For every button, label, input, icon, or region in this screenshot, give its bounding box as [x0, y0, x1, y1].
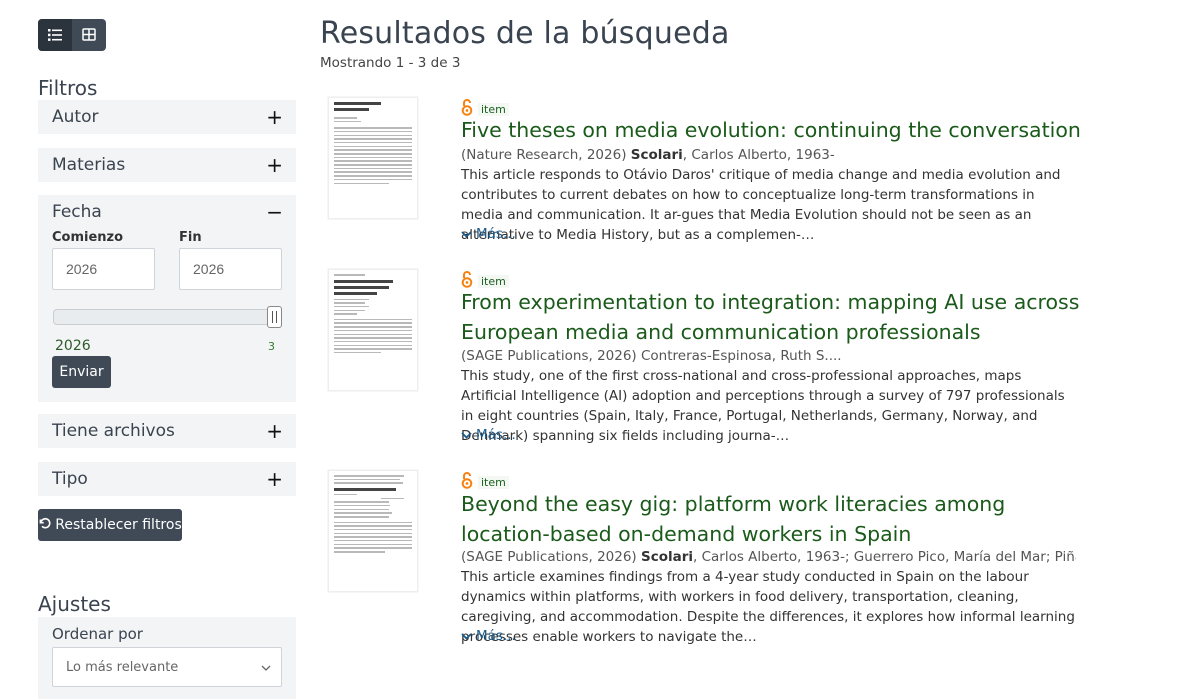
facet-tipo: Tipo + — [38, 462, 296, 496]
plus-icon: + — [266, 419, 283, 443]
range-count: 3 — [268, 340, 275, 353]
plus-icon: + — [266, 467, 283, 491]
facet-label: Tipo — [52, 469, 88, 489]
grid-view-button[interactable] — [72, 19, 106, 51]
facet-label: Autor — [52, 107, 99, 127]
result-title-link[interactable]: Five theses on media evolution: continui… — [461, 115, 1081, 145]
more-label: Más... — [476, 226, 516, 242]
result-item: item From experimentation to integration… — [320, 269, 1080, 449]
result-title-link[interactable]: Beyond the easy gig: platform work liter… — [461, 489, 1081, 549]
chevron-down-icon — [461, 427, 472, 443]
minus-icon: − — [266, 200, 283, 224]
facet-tiene-archivos: Tiene archivos + — [38, 414, 296, 448]
view-toggle — [38, 19, 106, 51]
facet-autor-toggle[interactable]: Autor + — [38, 100, 296, 134]
plus-icon: + — [266, 153, 283, 177]
result-abstract: This article examines findings from a 4-… — [461, 569, 1075, 645]
facet-materias: Materias + — [38, 148, 296, 182]
more-link[interactable]: Más... — [461, 427, 516, 443]
undo-icon — [38, 517, 51, 534]
result-meta: (SAGE Publications, 2026) Contreras-Espi… — [461, 348, 842, 364]
end-label: Fin — [179, 230, 202, 245]
sort-label: Ordenar por — [52, 625, 143, 643]
filters-title: Filtros — [38, 76, 98, 100]
facet-label: Fecha — [52, 202, 102, 222]
start-label: Comienzo — [52, 230, 124, 245]
result-title-link[interactable]: From experimentation to integration: map… — [461, 287, 1081, 347]
reset-label: Restablecer filtros — [55, 517, 182, 533]
date-slider-handle[interactable] — [267, 306, 282, 328]
more-label: Más... — [476, 628, 516, 644]
result-abstract: This study, one of the first cross-natio… — [461, 368, 1065, 444]
result-item: item Beyond the easy gig: platform work … — [320, 470, 1080, 650]
submit-button[interactable]: Enviar — [52, 356, 111, 388]
thumbnail-image[interactable] — [328, 470, 418, 592]
sort-value: Lo más relevante — [66, 659, 179, 675]
more-link[interactable]: Más... — [461, 628, 516, 644]
more-link[interactable]: Más... — [461, 226, 516, 242]
results-count: Mostrando 1 - 3 de 3 — [320, 55, 461, 71]
facet-materias-toggle[interactable]: Materias + — [38, 148, 296, 182]
facet-tiene-archivos-toggle[interactable]: Tiene archivos + — [38, 414, 296, 448]
sort-select[interactable]: Lo más relevante — [52, 647, 282, 687]
plus-icon: + — [266, 105, 283, 129]
result-item: item Five theses on media evolution: con… — [320, 97, 1081, 247]
chevron-down-icon — [461, 628, 472, 644]
result-meta: (Nature Research, 2026) Scolari, Carlos … — [461, 147, 835, 163]
result-meta: (SAGE Publications, 2026) Scolari, Carlo… — [461, 549, 1076, 565]
list-view-button[interactable] — [38, 19, 72, 51]
range-value: 2026 — [55, 338, 91, 354]
settings-title: Ajustes — [38, 592, 111, 616]
grid-icon — [82, 26, 96, 45]
date-slider-track[interactable] — [53, 309, 281, 325]
list-icon — [48, 26, 62, 45]
thumbnail-image[interactable] — [328, 97, 418, 219]
result-abstract: This article responds to Otávio Daros' c… — [461, 167, 1061, 243]
end-year-input[interactable]: 2026 — [179, 248, 282, 290]
thumbnail-image[interactable] — [328, 269, 418, 391]
start-year-input[interactable]: 2026 — [52, 248, 155, 290]
reset-filters-button[interactable]: Restablecer filtros — [38, 509, 182, 541]
type-label: item — [478, 476, 509, 489]
chevron-down-icon — [261, 660, 271, 675]
facet-label: Materias — [52, 155, 126, 175]
facet-autor: Autor + — [38, 100, 296, 134]
facet-label: Tiene archivos — [52, 421, 175, 441]
facet-fecha-toggle[interactable]: Fecha − — [38, 195, 296, 229]
facet-tipo-toggle[interactable]: Tipo + — [38, 462, 296, 496]
settings-box: Ordenar por Lo más relevante — [38, 617, 296, 699]
more-label: Más... — [476, 427, 516, 443]
chevron-down-icon — [461, 226, 472, 242]
page-title: Resultados de la búsqueda — [320, 16, 730, 51]
